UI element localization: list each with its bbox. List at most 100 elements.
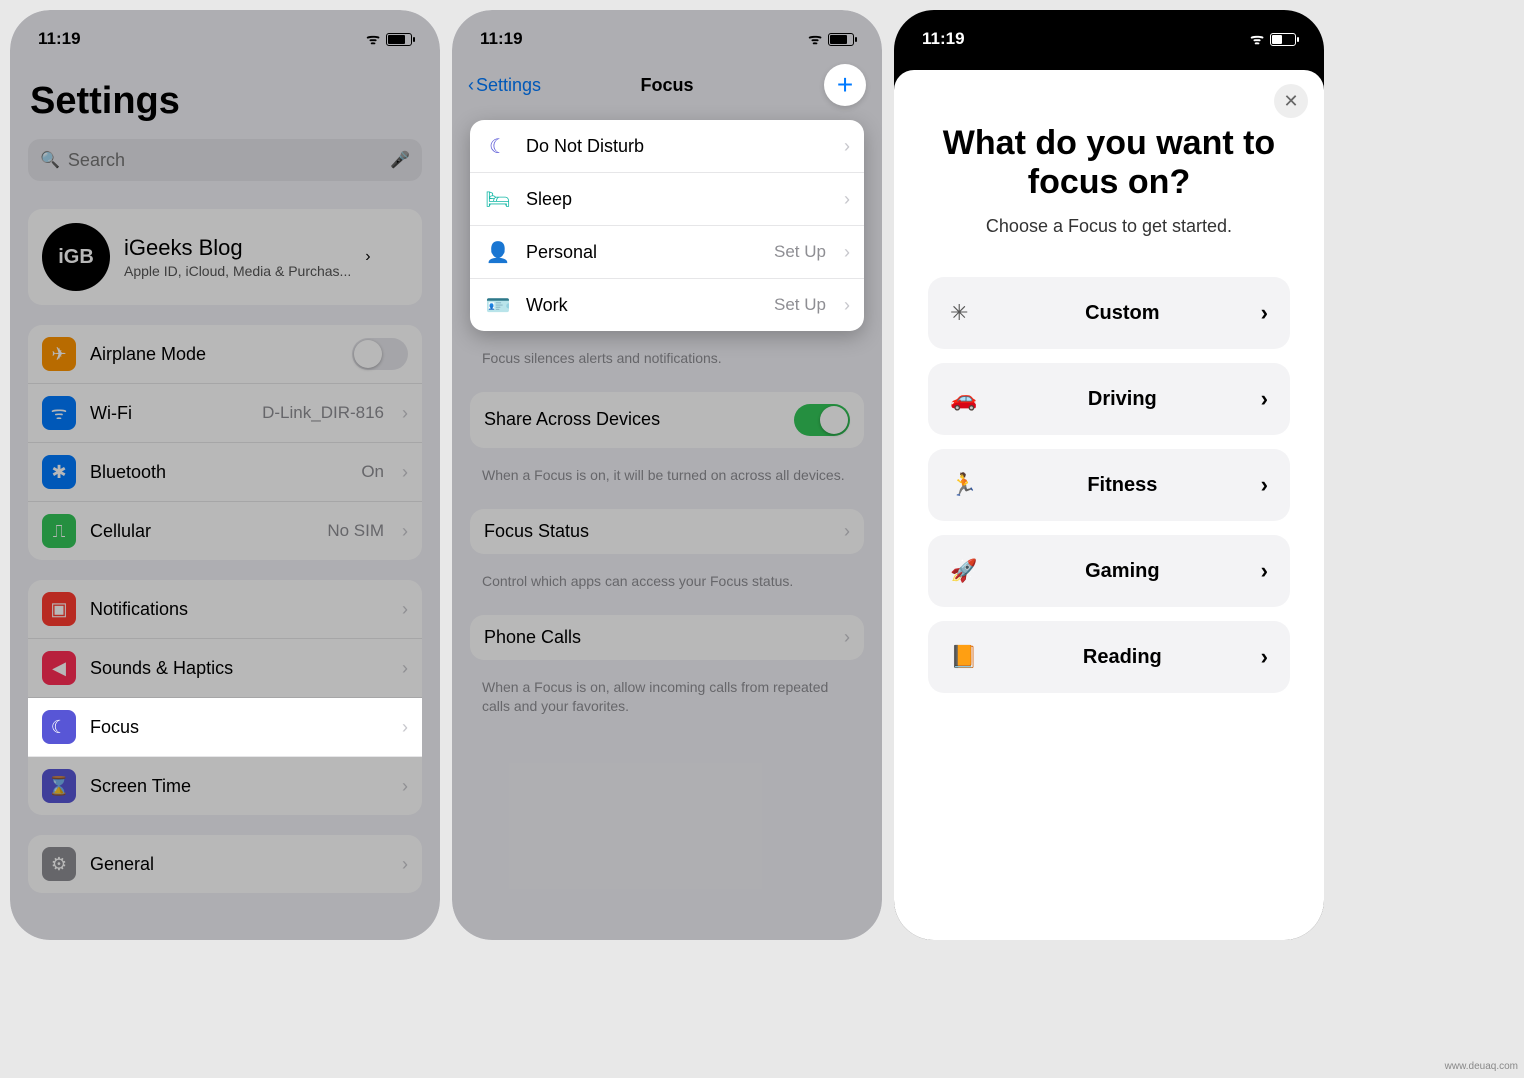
phone-group: Phone Calls › xyxy=(470,615,864,660)
chevron-right-icon: › xyxy=(402,776,408,797)
toggle[interactable] xyxy=(352,338,408,370)
row-icon: 👤 xyxy=(484,238,512,266)
focus-option[interactable]: 🚀 Gaming › xyxy=(928,535,1290,607)
chevron-right-icon: › xyxy=(402,658,408,679)
list-row[interactable]: ᯤWi-FiD-Link_DIR-816› xyxy=(28,384,422,443)
search-input[interactable]: 🔍 🎤 xyxy=(28,139,422,181)
footnote: Control which apps can access your Focus… xyxy=(452,564,882,605)
chevron-right-icon: › xyxy=(402,462,408,483)
add-button[interactable]: + xyxy=(824,64,866,106)
chevron-right-icon: › xyxy=(1261,300,1268,326)
row-icon: ᯤ xyxy=(42,396,76,430)
chevron-right-icon: › xyxy=(402,521,408,542)
list-row[interactable]: ▣Notifications› xyxy=(28,580,422,639)
row-value: Set Up xyxy=(774,295,826,315)
row-icon: ⚙ xyxy=(42,847,76,881)
focus-option[interactable]: 🚗 Driving › xyxy=(928,363,1290,435)
list-row[interactable]: 🛏 Sleep › xyxy=(470,173,864,226)
list-row[interactable]: ◀ Sounds & Haptics › xyxy=(28,639,422,698)
row-icon: 🛏 xyxy=(484,185,512,213)
list-row[interactable]: 🪪 Work Set Up › xyxy=(470,279,864,331)
sheet-heading: What do you want to focus on? xyxy=(928,124,1290,202)
focus-status-row[interactable]: Focus Status › xyxy=(470,509,864,554)
list-row[interactable]: ☾ Do Not Disturb › xyxy=(470,120,864,173)
list-row[interactable]: ✱ Bluetooth On › xyxy=(28,443,422,502)
row-icon: ✱ xyxy=(42,455,76,489)
row-icon: ⌛ xyxy=(42,769,76,803)
option-icon: 📙 xyxy=(950,644,984,670)
back-button[interactable]: ‹Settings xyxy=(468,75,541,96)
search-icon: 🔍 xyxy=(40,150,60,170)
share-toggle[interactable] xyxy=(794,404,850,436)
status-group: Focus Status › xyxy=(470,509,864,554)
row-label: Work xyxy=(526,295,760,316)
status-time: 11:19 xyxy=(480,29,523,49)
row-icon: ☾ xyxy=(42,710,76,744)
row-label: Notifications xyxy=(90,599,384,620)
chevron-right-icon: › xyxy=(402,403,408,424)
share-group: Share Across Devices xyxy=(470,392,864,448)
phone-calls-row[interactable]: Phone Calls › xyxy=(470,615,864,660)
nav-bar: ‹Settings Focus + xyxy=(452,60,882,110)
focus-option[interactable]: 📙 Reading › xyxy=(928,621,1290,693)
focus-list: ☾Do Not Disturb›🛏Sleep›👤PersonalSet Up›🪪… xyxy=(470,120,864,331)
option-label: Reading xyxy=(984,646,1261,669)
close-button[interactable]: ✕ xyxy=(1274,84,1308,118)
row-icon: ☾ xyxy=(484,132,512,160)
row-value: On xyxy=(361,462,384,482)
focus-sheet: ✕ What do you want to focus on? Choose a… xyxy=(894,70,1324,940)
status-bar: 11:19 ᯤ xyxy=(894,10,1324,60)
search-field[interactable] xyxy=(68,150,382,171)
chevron-right-icon: › xyxy=(402,599,408,620)
chevron-right-icon: › xyxy=(1261,644,1268,670)
account-group[interactable]: iGB iGeeks Blog Apple ID, iCloud, Media … xyxy=(28,209,422,305)
footnote: When a Focus is on, it will be turned on… xyxy=(452,458,882,499)
chevron-right-icon: › xyxy=(844,136,850,157)
status-bar: 11:19 ᯤ xyxy=(452,10,882,60)
list-row[interactable]: ⎍CellularNo SIM› xyxy=(28,502,422,560)
status-time: 11:19 xyxy=(922,29,965,49)
option-label: Gaming xyxy=(984,560,1261,583)
watermark: www.deuaq.com xyxy=(1445,1061,1518,1072)
chevron-right-icon: › xyxy=(844,295,850,316)
option-label: Custom xyxy=(984,302,1261,325)
chevron-right-icon: › xyxy=(365,248,370,266)
chevron-right-icon: › xyxy=(844,242,850,263)
row-label: Do Not Disturb xyxy=(526,136,826,157)
chevron-right-icon: › xyxy=(844,189,850,210)
list-row[interactable]: ☾Focus› xyxy=(28,698,422,757)
row-label: Sleep xyxy=(526,189,826,210)
focus-option[interactable]: 🏃 Fitness › xyxy=(928,449,1290,521)
list-row[interactable]: ⌛ Screen Time › xyxy=(28,757,422,815)
list-row[interactable]: 👤PersonalSet Up› xyxy=(470,226,864,279)
row-label: Airplane Mode xyxy=(90,344,338,365)
mic-icon[interactable]: 🎤 xyxy=(390,150,410,170)
list-row[interactable]: ⚙General› xyxy=(28,835,422,893)
row-label: Screen Time xyxy=(90,776,384,797)
battery-icon xyxy=(386,33,412,46)
share-row[interactable]: Share Across Devices xyxy=(470,392,864,448)
row-icon: ◀ xyxy=(42,651,76,685)
chevron-right-icon: › xyxy=(1261,472,1268,498)
chevron-left-icon: ‹ xyxy=(468,75,474,96)
row-icon: 🪪 xyxy=(484,291,512,319)
chevron-right-icon: › xyxy=(1261,558,1268,584)
account-name: iGeeks Blog xyxy=(124,235,351,261)
row-icon: ✈︎ xyxy=(42,337,76,371)
wifi-icon: ᯤ xyxy=(808,29,822,49)
wifi-icon: ᯤ xyxy=(1250,29,1264,49)
option-icon: 🏃 xyxy=(950,472,984,498)
option-icon: 🚀 xyxy=(950,558,984,584)
focus-option[interactable]: ✳ Custom › xyxy=(928,277,1290,349)
connectivity-group: ✈︎Airplane ModeᯤWi-FiD-Link_DIR-816›✱Blu… xyxy=(28,325,422,560)
list-row[interactable]: ✈︎ Airplane Mode xyxy=(28,325,422,384)
page-title: Settings xyxy=(10,60,440,133)
chevron-right-icon: › xyxy=(844,627,850,648)
row-value: No SIM xyxy=(327,521,384,541)
row-label: Wi-Fi xyxy=(90,403,248,424)
row-label: Sounds & Haptics xyxy=(90,658,384,679)
chevron-right-icon: › xyxy=(402,854,408,875)
row-label: Bluetooth xyxy=(90,462,347,483)
wifi-icon: ᯤ xyxy=(366,29,380,49)
footnote: Focus silences alerts and notifications. xyxy=(452,341,882,382)
